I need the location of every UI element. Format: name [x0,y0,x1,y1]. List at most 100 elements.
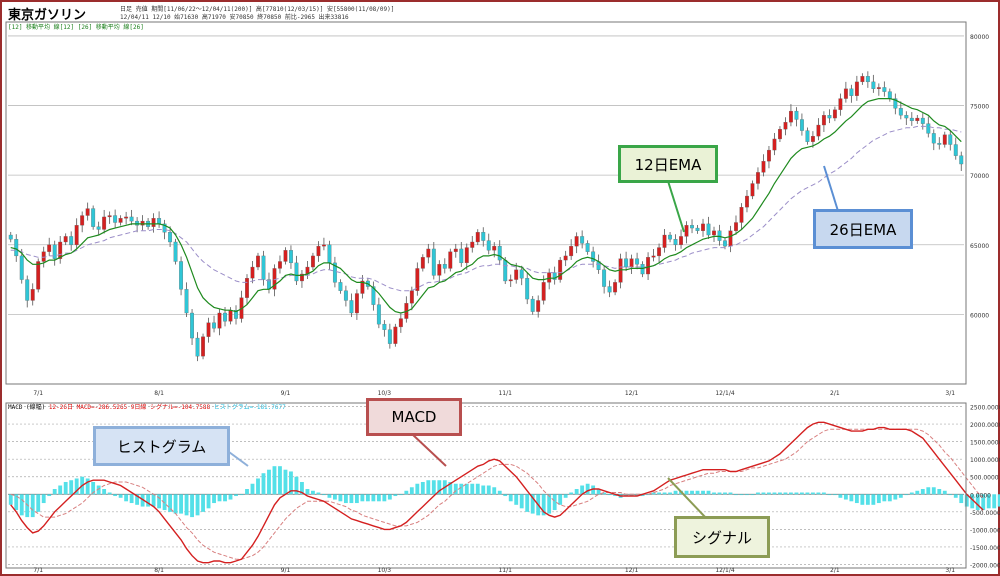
candle-body [953,144,958,156]
candle-body [283,250,288,262]
candle-body [887,91,892,99]
candle-body [448,251,453,269]
histogram-bar [426,480,431,495]
candle-body [91,208,96,227]
candle-body [503,259,508,282]
x-tick-label-macd: 7/1 [33,567,43,574]
candle-body [327,244,332,264]
candle-body [294,262,299,282]
candle-body [629,258,634,268]
histogram-bar [651,492,656,495]
price-tick-label: 65000 [970,243,989,250]
candle-body [8,234,13,240]
candle-body [937,142,942,145]
candle-body [179,261,184,290]
histogram-bar [321,494,326,496]
x-tick-label-macd: 2/1 [830,567,840,574]
candle-body [217,312,222,329]
histogram-bar [69,480,74,495]
histogram-bar [750,494,755,496]
histogram-bar [992,494,997,509]
candle-body [250,266,255,279]
histogram-bar [827,494,832,496]
candle-body [585,243,590,252]
candle-body [673,239,678,245]
histogram-bar [409,487,414,495]
candle-body [519,269,524,279]
candle-body [843,88,848,99]
histogram-bar [816,492,821,495]
candle-body [761,161,766,173]
histogram-bar [865,494,870,505]
x-tick-label: 12/1 [625,390,639,397]
histogram-bar [937,489,942,495]
candle-body [464,247,469,264]
candle-body [118,218,123,223]
macd-arrow [411,433,447,467]
histogram-bar [387,494,392,500]
candle-body [767,149,771,162]
candle-body [876,87,881,89]
histogram-bar [404,490,409,495]
histogram-bar [47,494,52,497]
histogram-bar [349,494,354,504]
candle-body [212,322,216,329]
histogram-bar [316,492,321,495]
candle-body [756,172,760,184]
candle-body [541,282,546,301]
histogram-bar [821,492,826,495]
candle-body [256,255,260,268]
candle-body [750,183,755,197]
histogram-bar [261,473,266,495]
candle-body [739,207,744,223]
candle-body [310,255,315,268]
candle-body [536,300,541,312]
candle-body [190,312,194,339]
candle-body [36,261,41,290]
histogram-bar [728,492,733,495]
candle-body [624,258,629,268]
histogram-bar [926,487,931,495]
histogram-bar [525,494,530,512]
histogram-bar [420,481,425,495]
candle-body [69,236,74,245]
candle-body [662,234,667,248]
candle-body [915,117,920,122]
chart-svg: 60000 65000 70000 75000 80000 7/1 7/1 8/1 8/1 9/1… [5,21,1000,574]
candle-body [52,244,57,259]
histogram-bar [695,490,700,495]
histogram-bar [8,494,13,505]
candle-body [63,236,68,243]
candle-body [723,240,727,247]
candle-body [25,279,30,301]
histogram-bar [893,494,898,500]
histogram-bar [382,494,387,502]
candle-body [525,278,530,300]
histogram-bar [882,494,887,502]
candle-body [580,236,585,244]
candle-body [942,134,947,145]
candle-body [547,272,552,283]
histogram-bar [58,485,63,495]
candle-body [948,134,953,145]
candle-body [497,246,502,261]
histogram-bar [574,489,579,495]
macd-tick-label: 1500.0000 [970,440,1000,447]
price-grid [8,35,964,315]
candle-body [794,110,799,120]
candle-body [706,223,711,236]
macd-tick-label: -500.0000 [970,510,1000,517]
candle-body [206,322,211,337]
candle-body [695,227,700,231]
histogram-bar [909,492,914,495]
histogram-bar [173,494,178,514]
candle-body [514,269,519,280]
histogram-bar [959,494,964,504]
candle-body [646,257,651,275]
candle-body [47,244,52,252]
x-tick-label: 12/1/4 [715,390,734,397]
histogram-bar [327,494,332,498]
candle-body [261,255,266,280]
candle-body [904,115,909,119]
candle-body [717,230,722,241]
